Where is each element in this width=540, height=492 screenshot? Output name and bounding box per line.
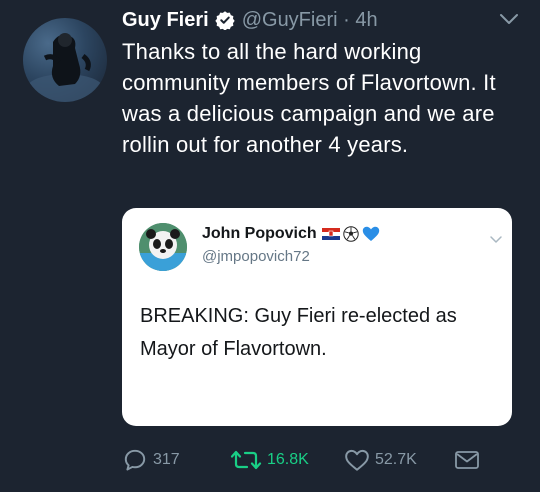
retweet-icon	[230, 450, 262, 470]
author-handle-time[interactable]: @GuyFieri · 4h	[242, 9, 378, 32]
reply-icon	[124, 449, 146, 471]
quoted-author-handle[interactable]: @jmpopovich72	[202, 248, 310, 265]
tweet-text: Thanks to all the hard working community…	[122, 39, 496, 157]
quoted-author-emojis	[321, 226, 380, 242]
tweet-action-bar: 317 16.8K 52.7K	[122, 445, 522, 475]
blue-heart-icon	[362, 226, 379, 241]
quoted-author-name[interactable]: John Popovich	[202, 225, 317, 243]
reply-count: 317	[153, 451, 180, 468]
direct-message-icon	[455, 451, 479, 469]
tweet-header: Guy Fieri @GuyFieri · 4h	[122, 6, 520, 34]
quoted-tweet-text: BREAKING: Guy Fieri re-elected as Mayor …	[140, 305, 457, 360]
direct-message-button[interactable]	[454, 445, 480, 475]
quoted-chevron-down-icon[interactable]	[489, 232, 503, 243]
retweet-button[interactable]: 16.8K	[230, 445, 309, 475]
like-icon	[345, 449, 369, 471]
like-button[interactable]: 52.7K	[344, 445, 417, 475]
verified-badge-icon	[215, 10, 235, 30]
croatia-flag-icon	[321, 228, 340, 240]
quoted-tweet-card[interactable]: John Popovich @jmpopovich72 BREAKING: Gu…	[122, 208, 512, 426]
author-avatar[interactable]	[23, 18, 107, 102]
author-name[interactable]: Guy Fieri	[122, 9, 209, 32]
like-count: 52.7K	[375, 451, 417, 468]
reply-button[interactable]: 317	[122, 445, 180, 475]
soccer-ball-icon	[342, 226, 359, 242]
retweet-count: 16.8K	[267, 451, 309, 468]
chevron-down-icon[interactable]	[498, 11, 520, 27]
quoted-author-row: John Popovich	[202, 225, 380, 243]
quoted-author-avatar[interactable]	[139, 223, 187, 271]
